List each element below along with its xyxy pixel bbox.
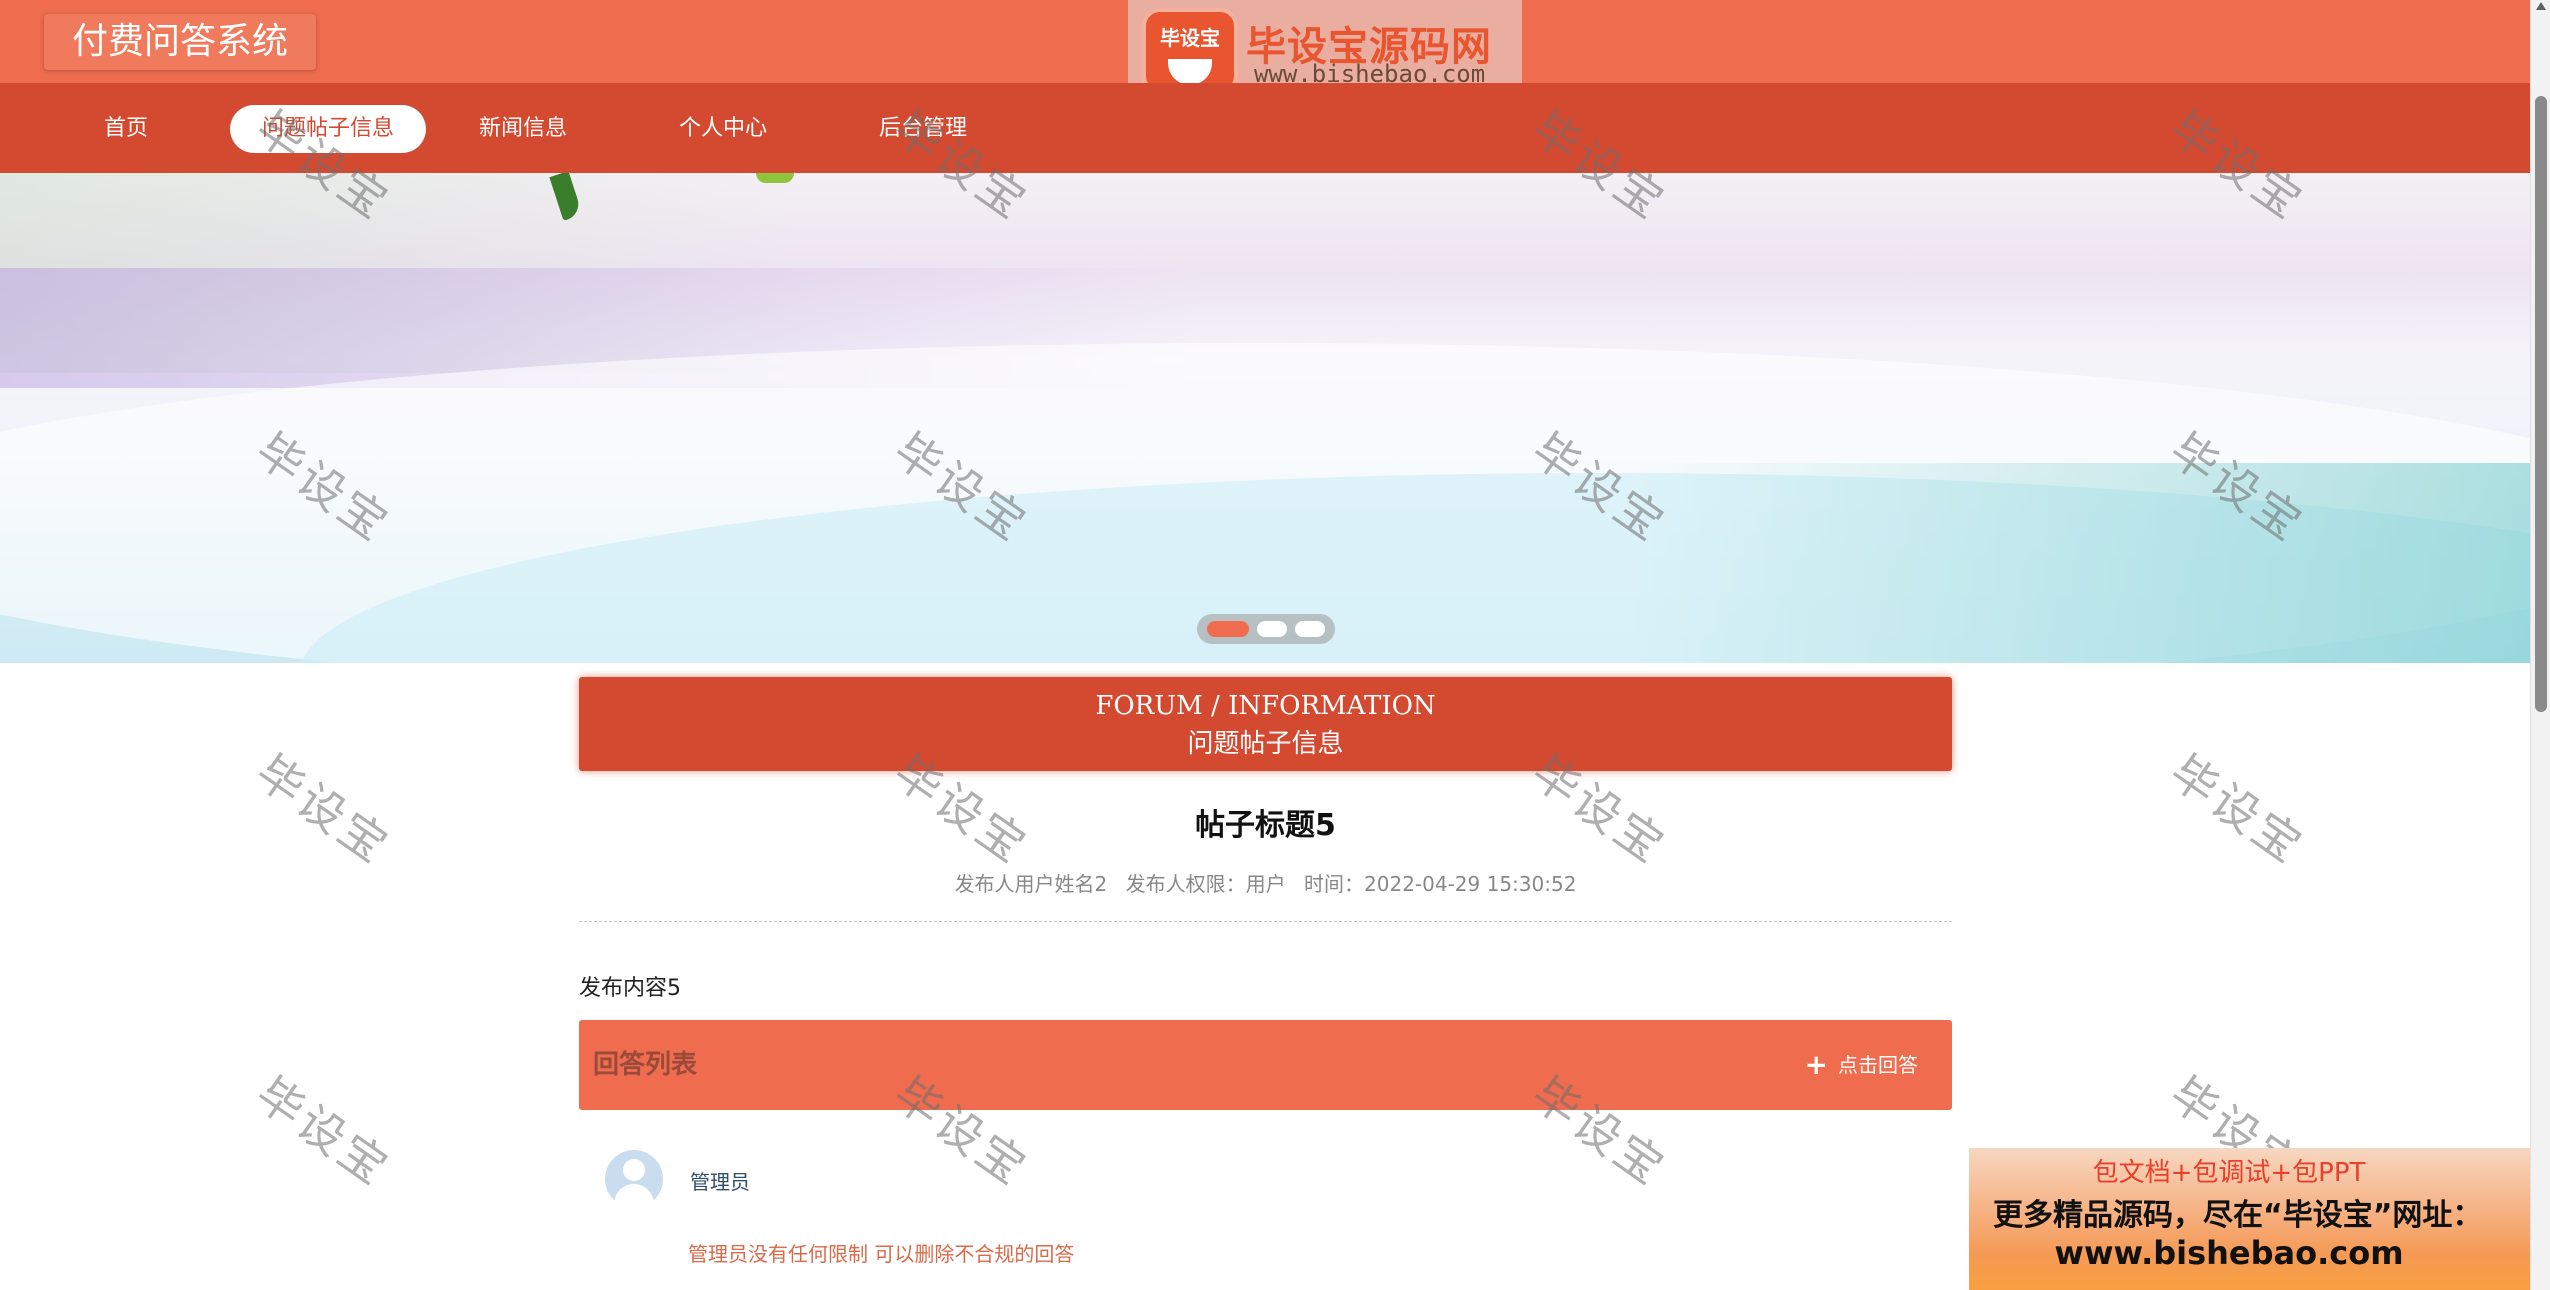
brand-cup-icon [1168,59,1212,85]
nav-item-news[interactable]: 新闻信息 [464,105,582,153]
banner-teal-shore [1630,463,2530,663]
promo-banner[interactable]: 包文档+包调试+包PPT 更多精品源码，尽在“毕设宝”网址： www.bishe… [1969,1148,2550,1290]
scroll-up-icon[interactable] [2536,2,2546,10]
app-title[interactable]: 付费问答系统 [44,14,317,70]
answer-text: 管理员没有任何限制 可以删除不合规的回答 [688,1242,1075,1266]
page-scrollbar[interactable] [2530,0,2550,1290]
post-content: 发布内容5 [579,976,681,1001]
user-avatar-icon [605,1150,663,1208]
post-title: 帖子标题5 [1195,808,1336,843]
promo-line-3: www.bishebao.com [2054,1234,2404,1272]
hero-banner [0,173,2530,663]
brand-logo: 毕设宝 [1142,8,1238,94]
promo-line-1: 包文档+包调试+包PPT [2092,1158,2366,1188]
plus-icon: + [1804,1048,1828,1081]
answers-title: 回答列表 [593,1050,698,1080]
carousel-dot-1[interactable] [1207,621,1249,637]
brand-badge-text: 毕设宝 [1160,26,1220,50]
post-role: 发布人权限：用户 [1125,872,1286,896]
post-author: 发布人用户姓名2 [954,872,1108,896]
add-answer-label: 点击回答 [1838,1053,1918,1077]
section-title-en: FORUM / INFORMATION [1095,691,1436,721]
add-answer-button[interactable]: + 点击回答 [1805,1048,1918,1082]
nav-item-admin[interactable]: 后台管理 [864,105,982,153]
carousel-dot-3[interactable] [1295,621,1325,637]
watermark: 毕设宝 [246,1066,401,1197]
carousel-dot-2[interactable] [1257,621,1287,637]
leaf-icon [756,173,794,183]
answer-user: 管理员 [690,1170,750,1194]
watermark: 毕设宝 [246,744,401,875]
nav-item-profile[interactable]: 个人中心 [664,105,782,153]
carousel-indicator [1197,614,1335,644]
scroll-thumb[interactable] [2535,96,2547,712]
nav-item-forum[interactable]: 问题帖子信息 [230,105,426,153]
answers-header: 回答列表 + 点击回答 [579,1020,1952,1110]
post-time: 时间：2022-04-29 15:30:52 [1304,872,1577,896]
post-meta: 发布人用户姓名2 发布人权限：用户 时间：2022-04-29 15:30:52 [579,868,1952,897]
divider [579,921,1952,922]
section-title: FORUM / INFORMATION 问题帖子信息 [579,677,1952,771]
promo-line-2: 更多精品源码，尽在“毕设宝”网址： [1993,1198,2483,1233]
section-title-cn: 问题帖子信息 [1187,729,1344,759]
watermark: 毕设宝 [2160,744,2315,875]
main-nav: 首页 问题帖子信息 新闻信息 个人中心 后台管理 [0,83,2530,173]
nav-item-home[interactable]: 首页 [74,105,178,153]
